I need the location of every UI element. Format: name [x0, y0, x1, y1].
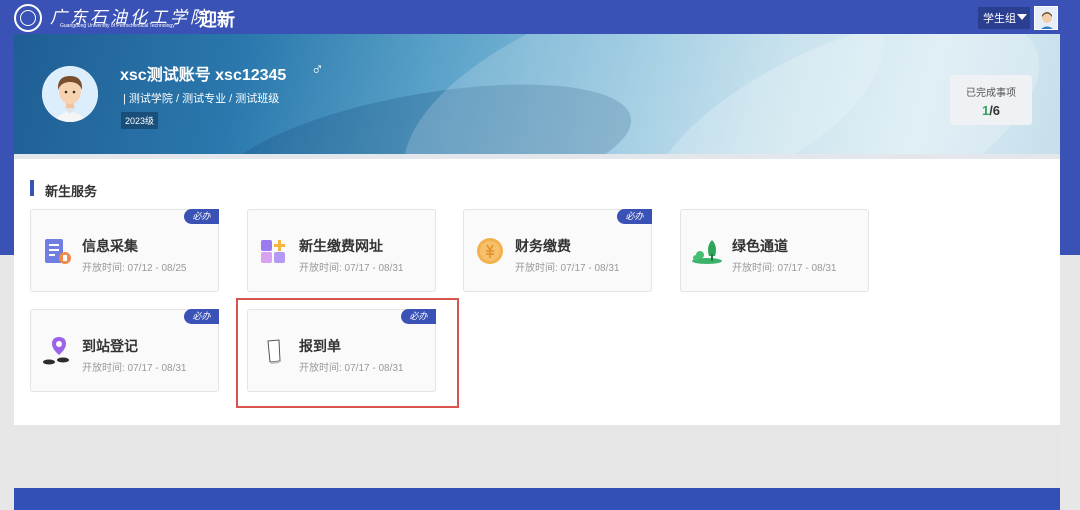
section-accent-bar — [30, 180, 34, 196]
service-open-time: 开放时间: 07/17 - 08/31 — [82, 363, 187, 374]
info-collect-icon — [41, 234, 75, 268]
grade-badge: 2023级 — [121, 112, 159, 129]
required-badge: 必办 — [184, 209, 219, 224]
service-card-green-channel[interactable]: 绿色通道 开放时间: 07/17 - 08/31 — [680, 209, 869, 292]
service-title: 到站登记 — [82, 338, 138, 354]
module-title[interactable]: 迎新 — [199, 6, 235, 32]
coin-icon — [474, 234, 508, 268]
service-open-time: 开放时间: 07/17 - 08/31 — [515, 263, 620, 274]
completed-items-card: 已完成事项 1/6 — [950, 75, 1032, 125]
service-card-finance-payment[interactable]: 必办 财务缴费 开放时间: 07/17 - 08/31 — [463, 209, 652, 292]
user-avatar-icon[interactable] — [1034, 6, 1058, 30]
service-title: 信息采集 — [82, 238, 138, 254]
top-header: 广东石油化工学院 Guangdong University of Petroch… — [0, 0, 1080, 34]
school-emblem-icon — [14, 4, 42, 32]
location-pin-icon — [41, 334, 75, 368]
service-card-station-register[interactable]: 必办 到站登记 开放时间: 07/17 - 08/31 — [30, 309, 219, 392]
user-college-major-class: | 测试学院 / 测试专业 / 测试班级 — [123, 93, 280, 105]
service-title: 财务缴费 — [515, 238, 571, 254]
completed-items-count: 1/6 — [981, 103, 1001, 118]
service-panel: 新生服务 必办 信息采集 开放时间: 07/12 - 08/25 新生缴费网址 … — [14, 154, 1060, 425]
service-card-fee-url[interactable]: 新生缴费网址 开放时间: 07/17 - 08/31 — [247, 209, 436, 292]
bottom-blue-band — [14, 488, 1060, 510]
empty-gray-area — [14, 425, 1060, 488]
service-card-info-collect[interactable]: 必办 信息采集 开放时间: 07/12 - 08/25 — [30, 209, 219, 292]
profile-avatar — [42, 66, 98, 122]
service-open-time: 开放时间: 07/17 - 08/31 — [299, 263, 404, 274]
user-name: xsc测试账号 xsc12345 — [120, 67, 287, 84]
green-tree-icon — [691, 234, 725, 268]
service-open-time: 开放时间: 07/17 - 08/31 — [732, 263, 837, 274]
service-title: 新生缴费网址 — [299, 238, 383, 254]
school-name-en: Guangdong University of Petrochemical Te… — [60, 23, 175, 29]
service-open-time: 开放时间: 07/12 - 08/25 — [82, 263, 187, 274]
required-badge: 必办 — [184, 309, 219, 324]
highlight-annotation-box — [236, 298, 459, 408]
required-badge: 必办 — [617, 209, 652, 224]
male-gender-icon: ♂ — [311, 60, 324, 79]
caret-down-icon — [1017, 14, 1027, 20]
section-title: 新生服务 — [45, 184, 98, 199]
apps-grid-icon — [258, 234, 292, 268]
completed-items-label: 已完成事项 — [966, 88, 1016, 99]
service-title: 绿色通道 — [732, 238, 788, 254]
role-label: 学生组 — [983, 13, 1016, 25]
role-dropdown[interactable]: 学生组 — [978, 7, 1030, 29]
